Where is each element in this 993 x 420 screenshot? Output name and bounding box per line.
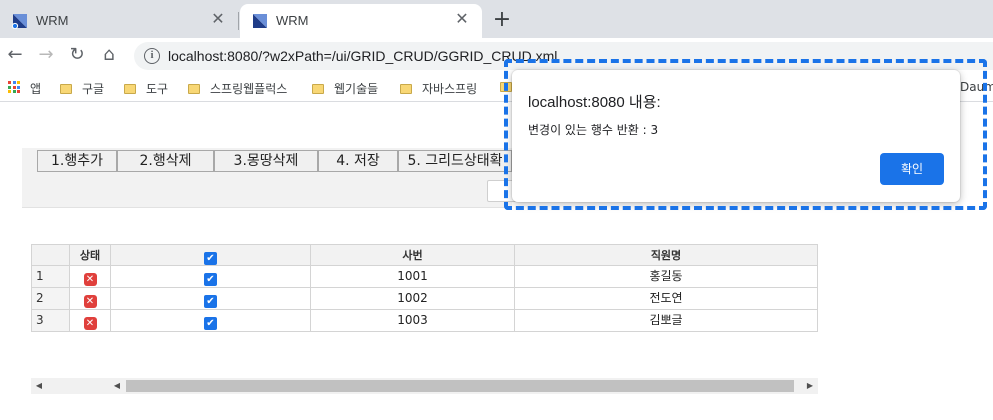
- employee-id-cell[interactable]: 1001: [311, 266, 515, 288]
- status-cell: ✕: [70, 288, 111, 310]
- folder-icon: [400, 84, 412, 94]
- deleted-status-icon: ✕: [83, 317, 97, 330]
- row-number: 1: [31, 266, 70, 288]
- employee-name-header: 직원명: [515, 244, 818, 266]
- employee-id-header: 사번: [311, 244, 515, 266]
- close-tab-icon[interactable]: ✕: [208, 9, 228, 28]
- checkbox-cell[interactable]: ✔: [111, 310, 311, 332]
- select-all-checkbox[interactable]: ✔: [204, 252, 217, 265]
- horizontal-scrollbar[interactable]: ◀ ◀ ▶: [31, 378, 818, 394]
- scroll-right-arrow-icon[interactable]: ▶: [802, 378, 818, 394]
- table-row[interactable]: 2 ✕ ✔ 1002 전도연: [31, 288, 818, 310]
- folder-icon: [188, 84, 200, 94]
- url-text: localhost:8080/?w2xPath=/ui/GRID_CRUD/GG…: [168, 48, 558, 64]
- dialog-highlight-outline: [504, 59, 987, 210]
- delete-all-button[interactable]: 3.몽땅삭제: [214, 150, 318, 172]
- browser-tab-title: WRM: [36, 13, 69, 28]
- employee-name-cell[interactable]: 전도연: [515, 288, 818, 310]
- tab-strip: WRM ✕ WRM ✕ +: [0, 0, 993, 38]
- scroll-left-arrow-icon[interactable]: ◀: [31, 378, 47, 394]
- check-column-header[interactable]: ✔: [111, 244, 311, 266]
- employee-name-cell[interactable]: 홍길동: [515, 266, 818, 288]
- checkbox-cell[interactable]: ✔: [111, 288, 311, 310]
- status-column-header: 상태: [70, 244, 111, 266]
- tab-separator: [238, 12, 239, 30]
- delete-row-button[interactable]: 2.행삭제: [117, 150, 214, 172]
- folder-icon: [312, 84, 324, 94]
- employee-id-cell[interactable]: 1002: [311, 288, 515, 310]
- browser-tab-2[interactable]: WRM ✕: [240, 4, 482, 38]
- row-number: 2: [31, 288, 70, 310]
- close-tab-icon[interactable]: ✕: [452, 9, 472, 28]
- wrm-favicon-icon: [253, 14, 267, 28]
- checkbox-cell[interactable]: ✔: [111, 266, 311, 288]
- bookmark-folder-spring-webflux[interactable]: 스프링웹플럭스: [188, 80, 287, 97]
- employee-name-cell[interactable]: 김뽀글: [515, 310, 818, 332]
- status-cell: ✕: [70, 266, 111, 288]
- bookmark-folder-web-tech[interactable]: 웹기술들: [312, 80, 378, 97]
- grid-status-button[interactable]: 5. 그리드상태확: [398, 150, 512, 172]
- back-arrow-icon[interactable]: ←: [4, 44, 26, 65]
- employee-id-cell[interactable]: 1003: [311, 310, 515, 332]
- scroll-left-arrow-icon[interactable]: ◀: [109, 378, 125, 394]
- bookmark-apps[interactable]: 앱: [30, 80, 41, 97]
- row-checkbox[interactable]: ✔: [204, 295, 217, 308]
- add-row-button[interactable]: 1.행추가: [37, 150, 117, 172]
- forward-arrow-icon[interactable]: →: [35, 44, 57, 65]
- status-cell: ✕: [70, 310, 111, 332]
- bookmark-folder-java-spring[interactable]: 자바스프링: [400, 80, 477, 97]
- row-number: 3: [31, 310, 70, 332]
- row-number-header: [31, 244, 70, 266]
- bookmark-folder-tools[interactable]: 도구: [124, 80, 168, 97]
- deleted-status-icon: ✕: [83, 273, 97, 286]
- apps-grid-icon[interactable]: [8, 81, 20, 93]
- bookmark-folder-google[interactable]: 구글: [60, 80, 104, 97]
- browser-tab-1[interactable]: WRM ✕: [0, 4, 238, 38]
- row-checkbox[interactable]: ✔: [204, 273, 217, 286]
- folder-icon: [60, 84, 72, 94]
- folder-icon: [124, 84, 136, 94]
- action-button-bar: 1.행추가 2.행삭제 3.몽땅삭제 4. 저장 5. 그리드상태확: [22, 148, 517, 208]
- scrollbar-thumb[interactable]: [126, 380, 794, 392]
- row-checkbox[interactable]: ✔: [204, 317, 217, 330]
- home-icon[interactable]: ⌂: [98, 44, 120, 65]
- site-info-icon[interactable]: i: [144, 48, 160, 64]
- reload-icon[interactable]: ↻: [66, 44, 88, 65]
- table-row[interactable]: 1 ✕ ✔ 1001 홍길동: [31, 266, 818, 288]
- grid-header-row: 상태 ✔ 사번 직원명: [31, 244, 818, 266]
- save-button[interactable]: 4. 저장: [318, 150, 398, 172]
- deleted-status-icon: ✕: [83, 295, 97, 308]
- table-row[interactable]: 3 ✕ ✔ 1003 김뽀글: [31, 310, 818, 332]
- browser-tab-title: WRM: [276, 13, 309, 28]
- wrm-favicon-icon: [12, 14, 27, 29]
- new-tab-button[interactable]: +: [490, 7, 514, 32]
